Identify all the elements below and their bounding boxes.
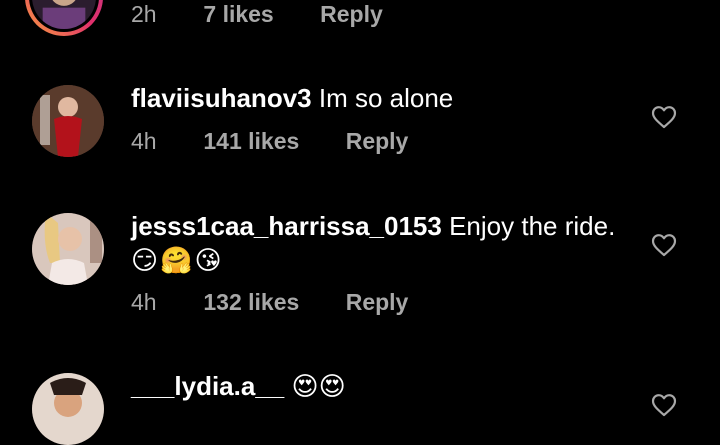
heart-icon[interactable]	[651, 233, 677, 257]
reply-button[interactable]: Reply	[346, 127, 409, 155]
avatar-image	[32, 0, 96, 29]
comment-meta: 4h 132 likes Reply	[131, 288, 408, 316]
heart-icon[interactable]	[651, 105, 677, 129]
comment-time: 2h	[131, 1, 157, 27]
avatar[interactable]	[32, 213, 104, 285]
avatar-image	[32, 85, 104, 157]
comment-text-line: jesss1caa_harrissa_0153 Enjoy the ride.	[131, 209, 640, 243]
comment-time: 4h	[131, 289, 157, 315]
avatar[interactable]	[32, 373, 104, 445]
comment-meta: 2h 7 likes Reply	[131, 0, 383, 28]
comment-username[interactable]: jesss1caa_harrissa_0153	[131, 211, 442, 241]
comment-body: Im so alone	[318, 83, 454, 113]
heart-icon[interactable]	[651, 393, 677, 417]
avatar[interactable]	[25, 0, 103, 36]
comment-body: 😍😍	[291, 371, 346, 401]
comment-likes[interactable]: 132 likes	[203, 288, 299, 316]
comment-username[interactable]: ___lydia.a__	[131, 371, 284, 401]
comment-likes[interactable]: 7 likes	[203, 0, 273, 28]
comment-time: 4h	[131, 128, 157, 154]
comment-likes[interactable]: 141 likes	[203, 127, 299, 155]
comment-meta: 4h 141 likes Reply	[131, 127, 408, 155]
avatar[interactable]	[32, 85, 104, 157]
comment-text-line: ___lydia.a__ 😍😍	[131, 369, 640, 403]
comment-text-line: flaviisuhanov3 Im so alone	[131, 81, 640, 115]
avatar-image	[32, 213, 104, 285]
reply-button[interactable]: Reply	[320, 0, 383, 28]
reply-button[interactable]: Reply	[346, 288, 409, 316]
comment-body: Enjoy the ride.	[449, 211, 616, 241]
avatar-image	[32, 373, 104, 445]
comment-username[interactable]: flaviisuhanov3	[131, 83, 312, 113]
comment-emojis: 😏🤗😘	[131, 245, 224, 275]
